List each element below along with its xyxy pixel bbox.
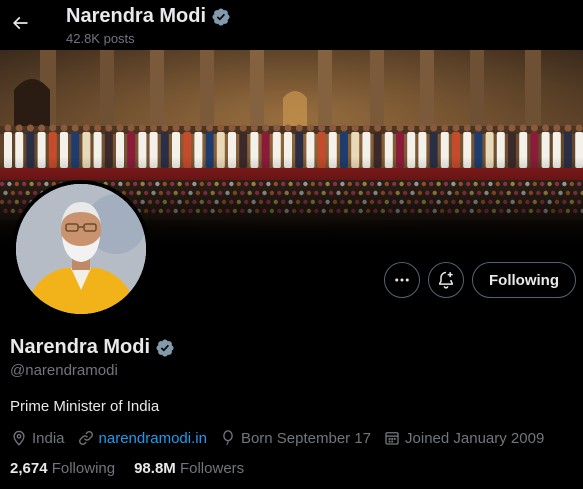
notifications-button[interactable] <box>428 262 464 298</box>
calendar-icon <box>385 432 399 445</box>
profile-bio: Prime Minister of India <box>10 398 160 415</box>
avatar[interactable] <box>16 184 146 314</box>
verified-badge-icon[interactable] <box>155 338 175 358</box>
notification-bell-plus-icon <box>439 271 453 289</box>
profile-avatar-frame[interactable] <box>12 180 150 318</box>
balloon-icon <box>223 430 233 446</box>
location-text: India <box>32 429 65 447</box>
avatar-image <box>16 184 146 314</box>
profile-name-row: Narendra Modi <box>10 336 175 359</box>
profile-handle: @narendramodi <box>10 362 118 379</box>
joined-item: Joined January 2009 <box>383 429 544 447</box>
website-item: narendramodi.in <box>77 429 207 447</box>
following-stat[interactable]: 2,674 Following <box>10 460 115 477</box>
back-button[interactable] <box>8 11 32 35</box>
follow-stats-row: 2,674 Following 98.8M Followers <box>10 460 263 477</box>
following-button[interactable]: Following <box>472 262 576 298</box>
verified-badge-icon <box>212 7 230 26</box>
joined-text: Joined January 2009 <box>405 429 545 447</box>
followers-stat[interactable]: 98.8M Followers <box>134 460 244 477</box>
more-horizontal-icon <box>395 278 409 282</box>
followers-label: Followers <box>179 460 245 477</box>
header-title-row: Narendra Modi <box>66 5 231 28</box>
profile-name: Narendra Modi <box>10 336 151 358</box>
following-label: Following <box>51 460 116 477</box>
website-link[interactable]: narendramodi.in <box>99 430 207 447</box>
profile-meta-row: India narendramodi.in Born September 17 … <box>10 429 556 447</box>
arrow-left-icon <box>12 16 28 30</box>
link-icon <box>78 431 93 445</box>
header-posts-count: 42.8K posts <box>66 31 135 46</box>
header-name: Narendra Modi <box>66 5 207 27</box>
more-options-button[interactable] <box>384 262 420 298</box>
followers-count: 98.8M <box>134 460 176 477</box>
location-pin-icon <box>13 430 25 446</box>
following-count: 2,674 <box>10 460 48 477</box>
profile-header: Narendra Modi 42.8K posts <box>0 0 583 50</box>
location-item: India <box>10 429 65 447</box>
birthday-text: Born September 17 <box>240 429 372 447</box>
birthday-item: Born September 17 <box>219 429 371 447</box>
